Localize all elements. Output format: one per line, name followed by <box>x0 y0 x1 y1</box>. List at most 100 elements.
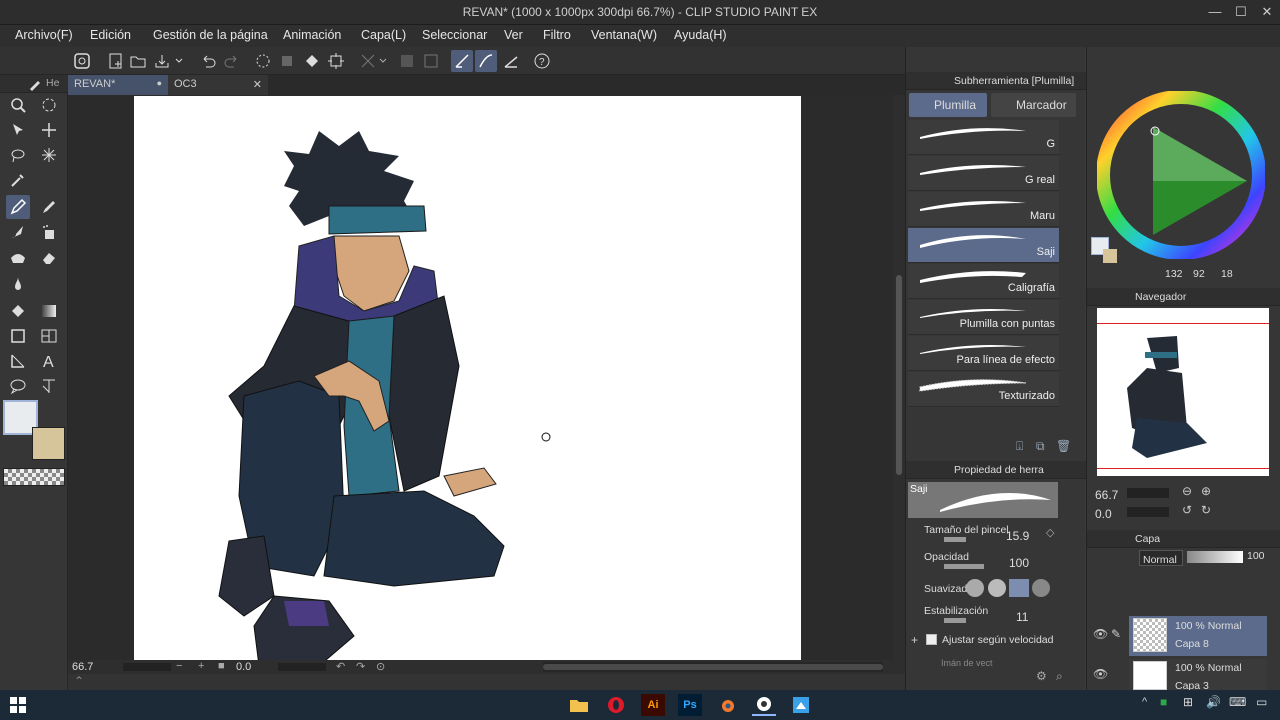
eyedropper-icon[interactable] <box>6 168 30 192</box>
file-explorer-icon[interactable] <box>567 694 591 716</box>
brush-linea-efecto[interactable]: Para línea de efecto <box>908 336 1059 371</box>
blender-icon[interactable] <box>715 694 739 716</box>
ruler-tool-icon[interactable] <box>6 349 30 373</box>
fill-tool-icon[interactable] <box>6 299 30 323</box>
menu-gestion-pagina[interactable]: Gestión de la página <box>153 28 268 42</box>
opacity-slider[interactable] <box>944 564 984 569</box>
transparent-color-swatch[interactable] <box>3 468 65 486</box>
nav-zoom-in-icon[interactable]: ⊕ <box>1201 484 1211 498</box>
zoom-out-icon[interactable]: − <box>176 660 182 672</box>
horizontal-scrollbar[interactable] <box>543 662 883 672</box>
nav-rotation-value[interactable]: 0.0 <box>1095 507 1112 521</box>
tray-chevron-icon[interactable]: ^ <box>1142 696 1147 708</box>
brush-texturizado[interactable]: Texturizado <box>908 372 1059 407</box>
redo-icon[interactable] <box>221 50 243 72</box>
fill-icon[interactable] <box>301 50 323 72</box>
maximize-button[interactable]: ☐ <box>1230 2 1252 22</box>
new-file-icon[interactable] <box>105 50 127 72</box>
selection-border-icon[interactable] <box>420 50 442 72</box>
rotate-right-icon[interactable]: ↷ <box>356 660 365 673</box>
windows-start-icon[interactable] <box>6 694 30 716</box>
keyboard-icon[interactable]: ⌨ <box>1229 695 1246 709</box>
zoom-tool-icon[interactable] <box>6 93 30 117</box>
menu-filtro[interactable]: Filtro <box>543 28 571 42</box>
move-tool-icon[interactable] <box>37 118 61 142</box>
layer-visibility-icon[interactable]: 👁 <box>1093 627 1108 641</box>
expand-icon[interactable]: + <box>911 633 918 647</box>
tab-plumilla[interactable]: Plumilla <box>909 93 987 117</box>
decoration-tool-icon[interactable] <box>6 245 30 269</box>
gradient-tool-icon[interactable] <box>37 299 61 323</box>
search-icon[interactable]: ⌕ <box>1056 669 1063 684</box>
menu-archivo[interactable]: Archivo(F) <box>15 28 73 42</box>
nav-rotate-right-icon[interactable]: ↻ <box>1201 503 1211 517</box>
color-wheel[interactable] <box>1097 91 1265 259</box>
object-tool-icon[interactable] <box>6 118 30 142</box>
zoom-in-icon[interactable]: + <box>198 660 204 672</box>
network-icon[interactable]: ⊞ <box>1183 695 1193 709</box>
brush-tool-icon[interactable] <box>6 220 30 244</box>
vertical-scroll-thumb[interactable] <box>896 275 902 475</box>
brush-caligrafia[interactable]: Caligrafía <box>908 264 1059 299</box>
magic-wand-icon[interactable] <box>37 143 61 167</box>
close-button[interactable]: ✕ <box>1256 2 1278 22</box>
undo-icon[interactable] <box>197 50 219 72</box>
clear-icon[interactable] <box>276 50 298 72</box>
horizontal-scroll-thumb[interactable] <box>543 664 883 670</box>
rotate-view-icon[interactable] <box>37 93 61 117</box>
volume-icon[interactable]: 🔊 <box>1206 695 1221 709</box>
menu-edicion[interactable]: Edición <box>90 28 131 42</box>
reset-rotation-icon[interactable]: ⊙ <box>376 660 385 673</box>
rotation-slider[interactable] <box>278 663 326 671</box>
import-brush-icon[interactable]: ⍗ <box>1016 439 1023 454</box>
nav-zoom-value[interactable]: 66.7 <box>1095 488 1118 502</box>
invert-selection-icon[interactable] <box>396 50 418 72</box>
nav-rotate-left-icon[interactable]: ↺ <box>1182 503 1192 517</box>
layer-opacity-slider[interactable] <box>1187 551 1243 563</box>
tab-close-icon[interactable]: ✕ <box>253 78 262 91</box>
eraser-tool-icon[interactable] <box>37 245 61 269</box>
blend-mode-select[interactable]: Normal <box>1139 550 1183 566</box>
zoom-slider[interactable] <box>123 663 171 671</box>
layer-row-capa-3[interactable]: 100 % Normal Capa 3 <box>1129 659 1267 692</box>
value-value[interactable]: 18 <box>1221 268 1233 280</box>
expand-up-icon[interactable]: ⌃ <box>74 674 84 688</box>
tab-revan[interactable]: REVAN* ● <box>68 75 168 95</box>
opacity-value[interactable]: 100 <box>1009 556 1029 570</box>
saturation-value[interactable]: 92 <box>1193 268 1205 280</box>
canvas-vertical-scrollbar[interactable] <box>893 95 905 660</box>
text-tool-icon[interactable]: A <box>37 349 61 373</box>
tool-settings-icon[interactable]: ⚙ <box>1036 669 1047 683</box>
help-icon[interactable]: ? <box>531 50 553 72</box>
layer-row-capa-8[interactable]: 100 % Normal Capa 8 <box>1129 616 1267 656</box>
menu-animacion[interactable]: Animación <box>283 28 341 42</box>
adjust-speed-checkbox[interactable] <box>926 634 937 645</box>
wheel-sub-color[interactable] <box>1103 249 1117 263</box>
correct-line-icon[interactable] <box>37 374 61 398</box>
menu-ayuda[interactable]: Ayuda(H) <box>674 28 727 42</box>
snap-grid-icon[interactable] <box>500 50 522 72</box>
layer-visibility-icon[interactable]: 👁 <box>1093 667 1108 681</box>
brush-maru[interactable]: Maru <box>908 192 1059 227</box>
smoothing-option-1[interactable] <box>966 579 984 597</box>
tray-app-icon[interactable]: ■ <box>1160 695 1167 709</box>
menu-ventana[interactable]: Ventana(W) <box>591 28 657 42</box>
stabilization-value[interactable]: 11 <box>1016 610 1028 624</box>
lasso-tool-icon[interactable] <box>6 143 30 167</box>
save-icon[interactable] <box>151 50 173 72</box>
brush-size-slider[interactable] <box>944 537 966 542</box>
balloon-tool-icon[interactable] <box>6 374 30 398</box>
snap-special-ruler-icon[interactable] <box>475 50 497 72</box>
tab-oc3[interactable]: OC3 ✕ <box>168 75 268 95</box>
smoothing-option-2[interactable] <box>988 579 1006 597</box>
smoothing-option-3[interactable] <box>1009 579 1029 597</box>
delete-brush-icon[interactable]: 🗑 <box>1056 439 1071 453</box>
transform-icon[interactable] <box>325 50 347 72</box>
figure-tool-icon[interactable] <box>6 324 30 348</box>
fit-icon[interactable]: ■ <box>218 660 225 672</box>
smoothing-option-4[interactable] <box>1032 579 1050 597</box>
minimize-button[interactable]: — <box>1204 2 1226 22</box>
menu-ver[interactable]: Ver <box>504 28 523 42</box>
duplicate-brush-icon[interactable]: ⧉ <box>1036 439 1045 454</box>
open-folder-icon[interactable] <box>127 50 149 72</box>
